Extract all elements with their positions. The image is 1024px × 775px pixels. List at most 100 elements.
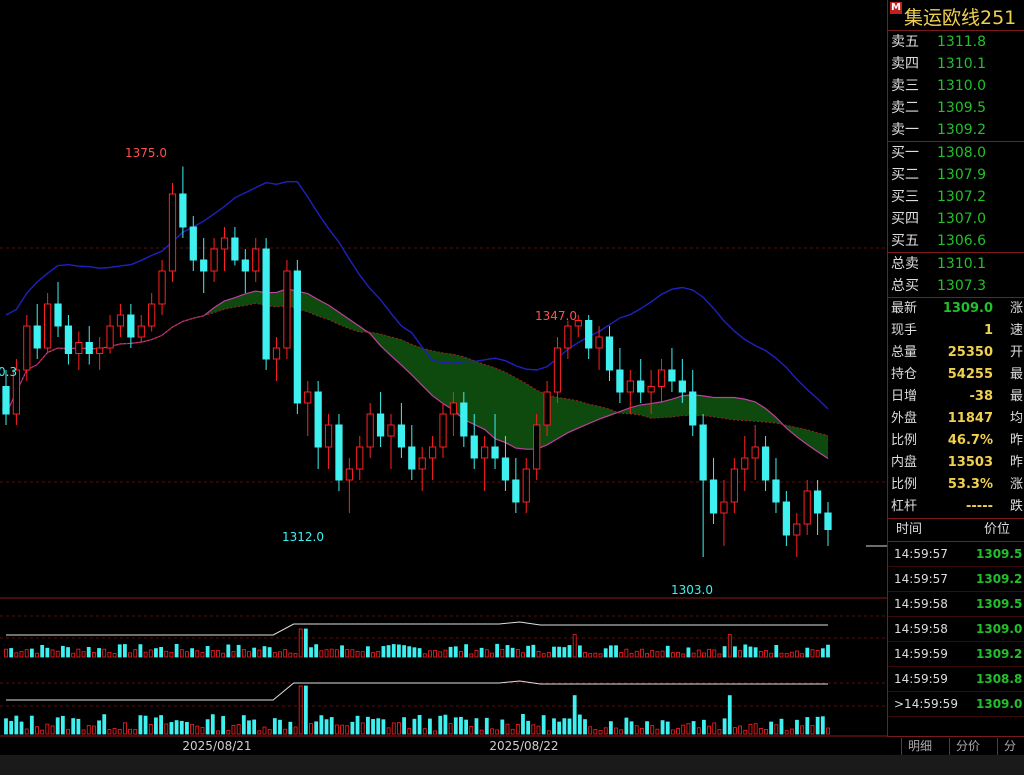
stat-row: 比例 46.7% 昨 [888, 430, 1024, 452]
tick-row[interactable]: 14:59:57 1309.5 [888, 542, 1024, 567]
volume-bar [4, 718, 8, 735]
volume-bar [247, 720, 251, 735]
candle-body [408, 446, 416, 470]
tick-row[interactable]: 14:59:59 1308.8 [888, 667, 1024, 692]
stat-row: 总量 25350 开 [888, 342, 1024, 364]
volume-bar [490, 652, 494, 658]
ask-row[interactable]: 卖五 1311.8 [888, 31, 1024, 53]
bid-row[interactable]: 买五 1306.6 [888, 230, 1024, 252]
contract-title: 集运欧线251 [904, 7, 1017, 29]
ticks-header: 时间 价位 [888, 519, 1024, 542]
volume-bar [123, 722, 127, 735]
bid-row[interactable]: 买二 1307.9 [888, 164, 1024, 186]
volume-bar [671, 652, 675, 658]
bid-row[interactable]: 买一 1308.0 [888, 142, 1024, 164]
candle-body [481, 446, 489, 459]
volume-bar [660, 720, 665, 735]
bid-label: 买二 [891, 167, 919, 183]
candle-body [637, 380, 645, 393]
volume-bar [634, 725, 639, 735]
candle-body [64, 325, 73, 354]
volume-bar [614, 645, 618, 658]
tick-row[interactable]: 14:59:59 1309.2 [888, 642, 1024, 667]
tab-price-dist[interactable]: 分价 [949, 738, 986, 755]
ask-row[interactable]: 卖三 1310.0 [888, 75, 1024, 97]
volume-bar [128, 728, 132, 735]
volume-bar [200, 727, 205, 735]
total-row[interactable]: 总买 1307.3 [888, 275, 1024, 297]
volume-bar [76, 648, 81, 658]
volume-bar [469, 725, 474, 735]
volume-bar [712, 649, 717, 658]
volume-bar [45, 723, 50, 735]
volume-bar [179, 720, 184, 735]
volume-bar [676, 651, 680, 658]
volume-bar [562, 718, 567, 735]
ticks-list[interactable]: 14:59:57 1309.5 14:59:57 1309.2 14:59:58 1309… [888, 542, 1024, 717]
stat-extra-label: 昨 [1010, 433, 1024, 448]
volume-bar [14, 715, 19, 735]
ask-row[interactable]: 卖四 1310.1 [888, 53, 1024, 75]
price-annotation-low: 1312.0 [282, 530, 324, 544]
ask-row[interactable]: 卖一 1309.2 [888, 119, 1024, 141]
volume-bar [293, 726, 298, 735]
volume-bar [500, 649, 505, 658]
status-strip [0, 755, 1024, 775]
tab-detail[interactable]: 明细 [901, 738, 938, 755]
candlestick-chart[interactable]: 1375.0 1347.0 1312.0 1303.0 0.3 2025/08/21 202… [0, 0, 887, 755]
candle-body [418, 457, 426, 470]
volume-bar [681, 653, 686, 658]
volume-bar [71, 652, 76, 658]
volume-bar [789, 651, 794, 658]
candle-body [366, 413, 374, 448]
candle-body [761, 446, 770, 481]
volume-bar [448, 646, 453, 658]
stat-extra-label: 开 [1010, 345, 1024, 360]
volume-bar [733, 727, 737, 735]
volume-bar [479, 647, 484, 658]
bid-row[interactable]: 买四 1307.0 [888, 208, 1024, 230]
volume-bar [531, 644, 536, 658]
volume-bar [402, 645, 406, 658]
candle-body [699, 424, 707, 481]
volume-bar [303, 685, 308, 735]
candle-body [460, 402, 468, 437]
candle-body [85, 342, 93, 354]
volume-bar [91, 725, 96, 735]
stat-label: 比例 [891, 433, 918, 448]
stat-row: 日增 -38 最 [888, 386, 1024, 408]
volume-bar [257, 649, 262, 658]
volume-bar [417, 648, 422, 658]
total-row[interactable]: 总卖 1310.1 [888, 253, 1024, 275]
ask-row[interactable]: 卖二 1309.5 [888, 97, 1024, 119]
tick-row[interactable]: 14:59:58 1309.0 [888, 617, 1024, 642]
ask-label: 卖五 [891, 34, 919, 50]
volume-bar [464, 719, 469, 735]
bid-row[interactable]: 买三 1307.2 [888, 186, 1024, 208]
tick-row[interactable]: 14:59:57 1309.2 [888, 567, 1024, 592]
volume-bar [795, 719, 799, 735]
candle-body [678, 380, 686, 393]
volume-bar [97, 648, 101, 658]
tick-row[interactable]: 14:59:58 1309.5 [888, 592, 1024, 617]
volume-bar [495, 643, 500, 658]
volume-bar [169, 651, 174, 658]
candle-body [33, 325, 41, 349]
volume-bar [660, 650, 665, 658]
volume-bar [81, 729, 86, 735]
volume-bar [112, 653, 117, 658]
volume-bar [510, 728, 515, 735]
tick-row[interactable]: >14:59:59 1309.0 [888, 692, 1024, 717]
m-badge-icon[interactable]: M [890, 2, 902, 14]
volume-bar [319, 715, 324, 735]
stat-value: 53.3% [947, 477, 993, 492]
volume-bar [154, 648, 158, 658]
volume-bar [221, 652, 226, 658]
ask-label: 卖四 [891, 56, 919, 72]
volume-bar [66, 647, 70, 658]
volume-bar [826, 644, 830, 658]
volume-bar [805, 647, 810, 658]
tab-ticks[interactable]: 分笔 [997, 738, 1024, 770]
volume-bar [288, 721, 293, 735]
volume-bar [365, 716, 370, 735]
